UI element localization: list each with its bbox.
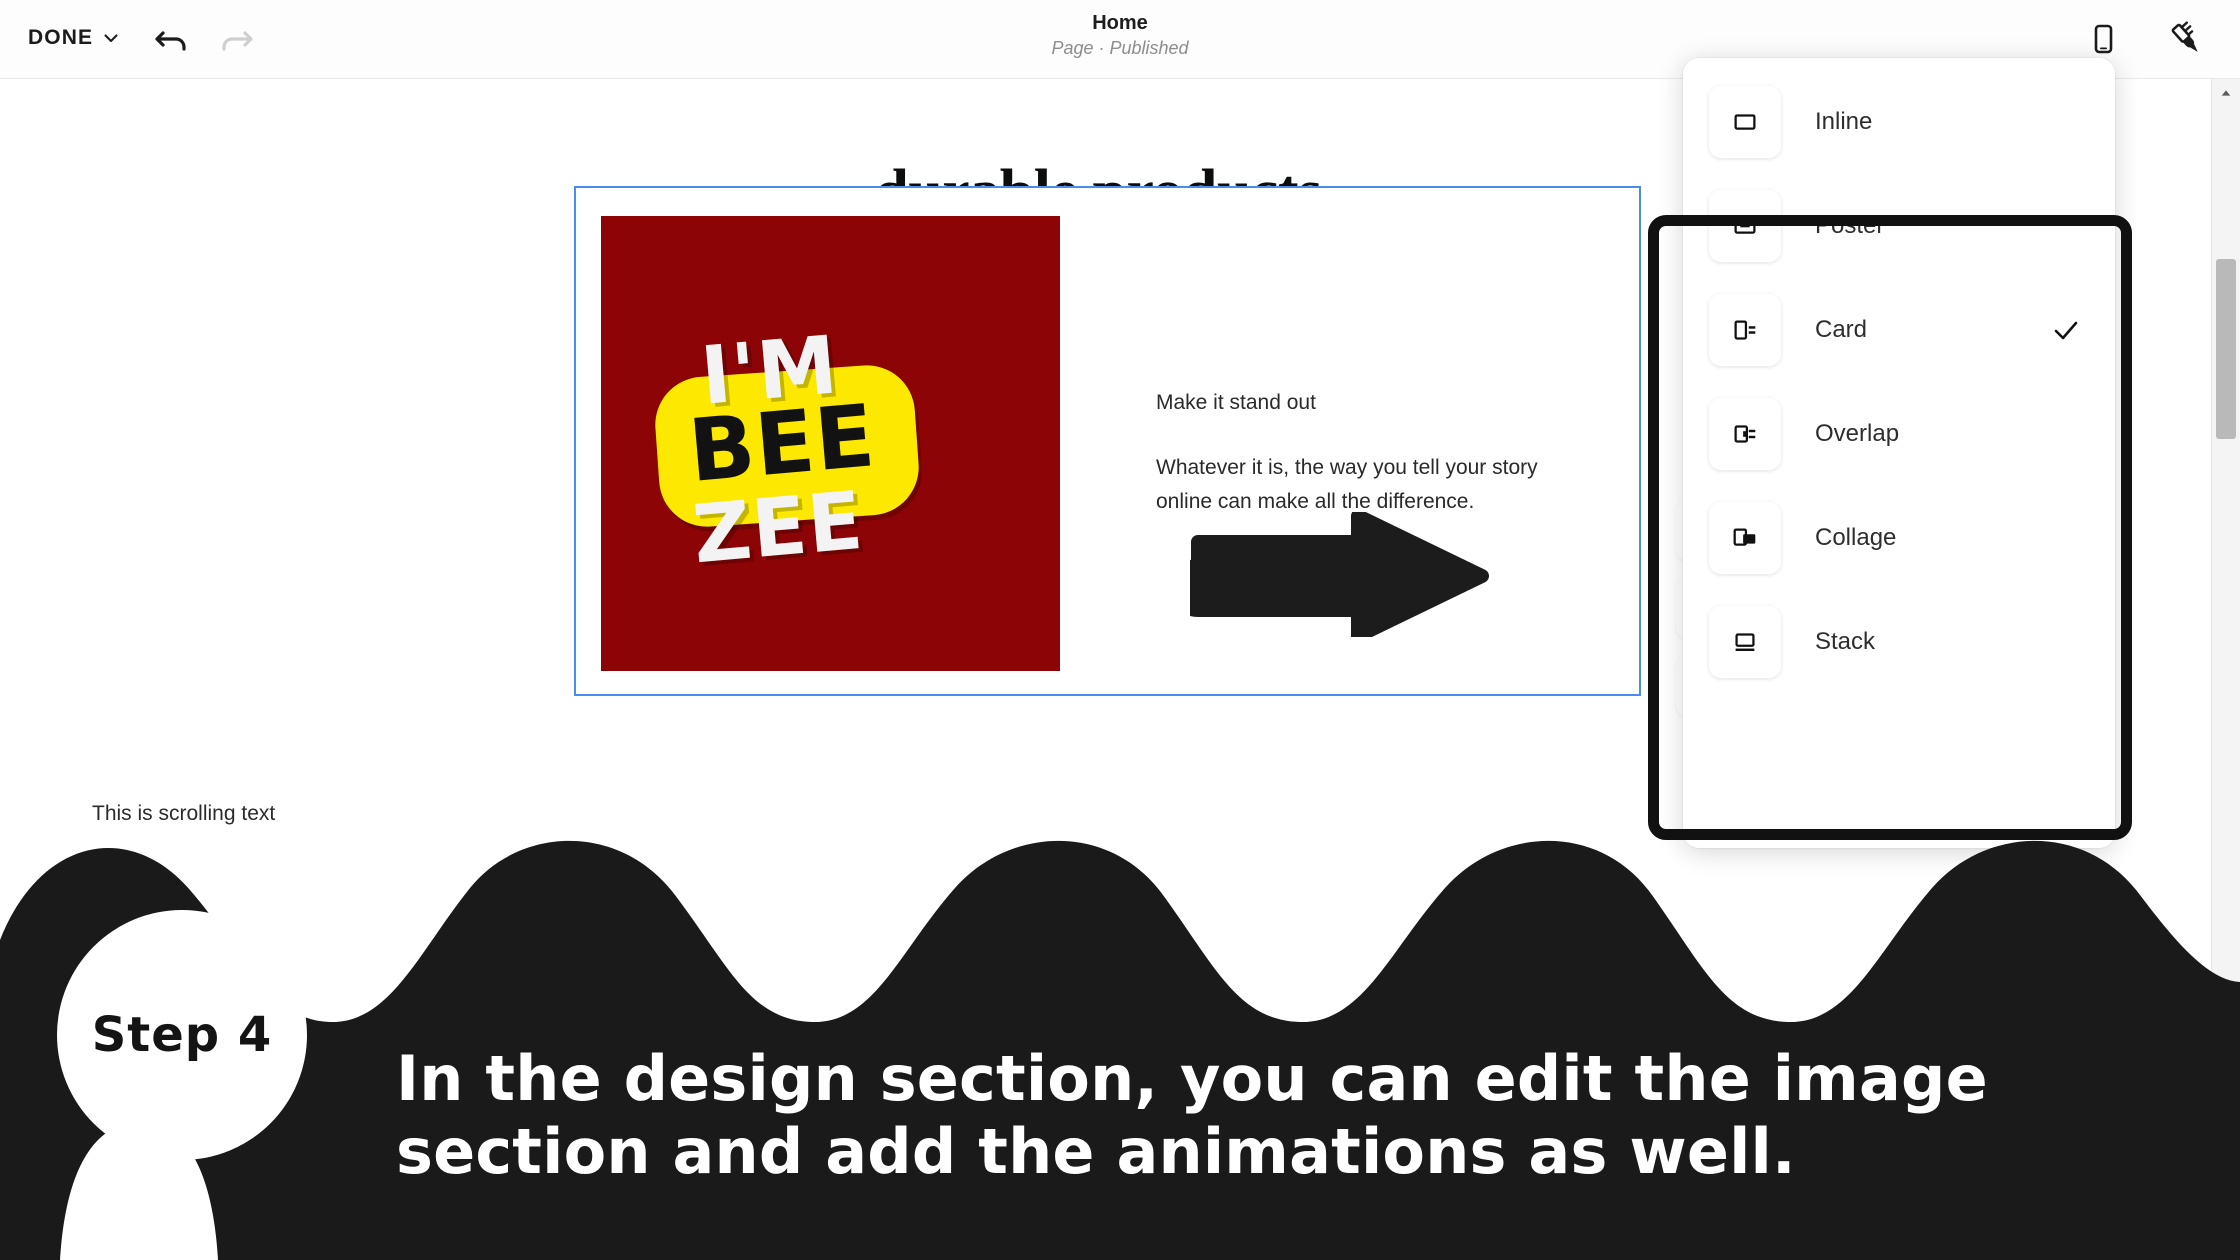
tutorial-caption: In the design section, you can edit the … — [396, 1042, 2096, 1188]
redo-button[interactable] — [214, 18, 258, 62]
step-badge: Step 4 — [57, 910, 307, 1160]
menu-item-overlap[interactable]: Overlap — [1683, 382, 2115, 486]
layout-poster-icon — [1709, 190, 1781, 262]
page-title: Home — [1092, 12, 1148, 34]
caption-line-2: section and add the animations as well. — [396, 1114, 1796, 1188]
vertical-scrollbar[interactable] — [2211, 79, 2240, 1260]
menu-item-label: Inline — [1815, 108, 1873, 135]
caption-line-1: In the design section, you can edit the … — [396, 1041, 1988, 1115]
layout-options-dropdown: Inline Poster Card Overlap Collage Stack — [1683, 58, 2115, 848]
menu-item-label: Collage — [1815, 524, 1897, 551]
block-text[interactable]: Make it stand out Whatever it is, the wa… — [1156, 388, 1606, 519]
layout-stack-icon — [1709, 606, 1781, 678]
chevron-down-icon — [103, 30, 119, 46]
done-button-label: DONE — [28, 26, 94, 49]
logo-image[interactable]: I'M BEE ZEE — [601, 216, 1060, 671]
scrollbar-thumb[interactable] — [2216, 259, 2236, 439]
logo-line-2: BEE — [684, 386, 880, 502]
step-badge-label: Step 4 — [91, 1007, 273, 1063]
scroll-up-arrow-icon[interactable] — [2212, 79, 2240, 107]
menu-item-inline[interactable]: Inline — [1683, 70, 2115, 174]
logo-artwork: I'M BEE ZEE — [601, 216, 1060, 671]
scrolling-text[interactable]: This is scrolling text — [92, 802, 275, 826]
layout-overlap-icon — [1709, 398, 1781, 470]
check-icon — [2051, 315, 2081, 345]
right-arrow-annotation — [1169, 509, 1490, 643]
menu-item-stack[interactable]: Stack — [1683, 590, 2115, 694]
block-text-heading: Make it stand out — [1156, 391, 1316, 414]
menu-item-label: Poster — [1815, 212, 1885, 239]
paintbrush-icon[interactable] — [2164, 17, 2210, 63]
block-text-body: Whatever it is, the way you tell your st… — [1156, 456, 1538, 514]
menu-item-card[interactable]: Card — [1683, 278, 2115, 382]
page-title-block: Home Page · Published — [0, 12, 2240, 59]
menu-item-collage[interactable]: Collage — [1683, 486, 2115, 590]
menu-item-label: Overlap — [1815, 420, 1900, 447]
menu-item-label: Stack — [1815, 628, 1876, 655]
layout-inline-icon — [1709, 86, 1781, 158]
layout-card-icon — [1709, 294, 1781, 366]
menu-item-poster[interactable]: Poster — [1683, 174, 2115, 278]
layout-collage-icon — [1709, 502, 1781, 574]
mobile-device-icon[interactable] — [2081, 17, 2125, 61]
done-button[interactable]: DONE — [28, 26, 119, 50]
screenshot-root: DONE Home Page · Published I'M BEE ZEE M… — [0, 0, 2240, 1260]
page-status: Page · Published — [1051, 38, 1189, 58]
undo-button[interactable] — [150, 18, 194, 62]
menu-item-label: Card — [1815, 316, 1868, 343]
